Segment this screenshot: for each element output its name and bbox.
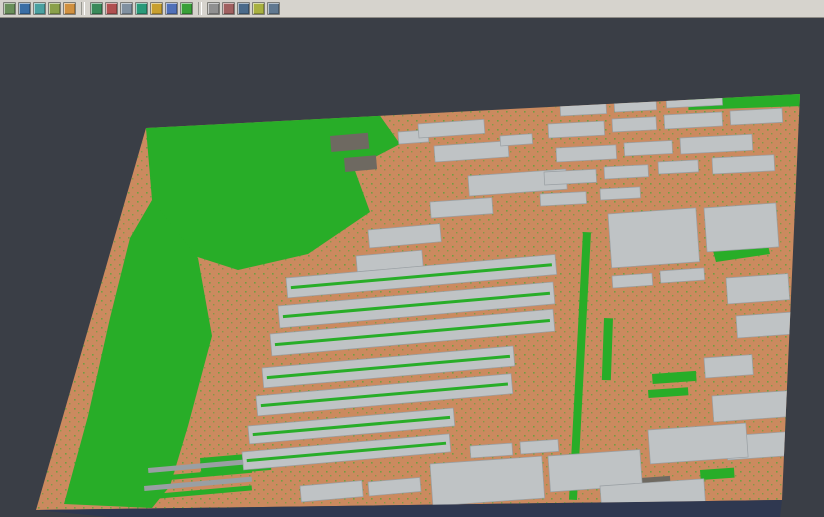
building-roof bbox=[470, 443, 513, 458]
building-roof bbox=[704, 203, 779, 252]
toolbar-icon-12[interactable] bbox=[180, 2, 193, 15]
shed-roof bbox=[330, 133, 369, 152]
building-roof bbox=[704, 355, 753, 378]
building-roof bbox=[500, 134, 533, 146]
toolbar-separator bbox=[81, 2, 85, 15]
building-roof bbox=[648, 423, 748, 464]
toolbar-group-1 bbox=[3, 2, 76, 15]
building-roof bbox=[664, 112, 723, 129]
building-roof bbox=[560, 102, 607, 116]
application-window bbox=[0, 0, 824, 517]
building-roof bbox=[430, 456, 545, 506]
building-roof bbox=[712, 155, 775, 174]
building-roof bbox=[520, 439, 559, 454]
building-roof bbox=[730, 108, 783, 125]
toolbar-icon-10[interactable] bbox=[150, 2, 163, 15]
toolbar-icon-5[interactable] bbox=[63, 2, 76, 15]
toolbar-icon-17[interactable] bbox=[267, 2, 280, 15]
building-roof bbox=[612, 117, 657, 132]
building-roof bbox=[712, 390, 796, 422]
toolbar-icon-2[interactable] bbox=[18, 2, 31, 15]
3d-viewport[interactable] bbox=[0, 18, 824, 517]
building-roof bbox=[624, 140, 673, 155]
toolbar-group-2 bbox=[90, 2, 193, 15]
building-roof bbox=[658, 160, 699, 174]
toolbar-icon-14[interactable] bbox=[222, 2, 235, 15]
building-roof bbox=[608, 208, 700, 268]
building-roof bbox=[666, 93, 723, 108]
toolbar-icon-7[interactable] bbox=[105, 2, 118, 15]
building-roof bbox=[612, 273, 653, 288]
building-roof bbox=[556, 145, 617, 162]
toolbar-icon-9[interactable] bbox=[135, 2, 148, 15]
toolbar-group-3 bbox=[207, 2, 280, 15]
toolbar-icon-16[interactable] bbox=[252, 2, 265, 15]
building-roof bbox=[544, 169, 597, 185]
toolbar-icon-3[interactable] bbox=[33, 2, 46, 15]
toolbar-icon-1[interactable] bbox=[3, 2, 16, 15]
toolbar-icon-13[interactable] bbox=[207, 2, 220, 15]
building-roof bbox=[726, 274, 790, 304]
toolbar bbox=[0, 0, 824, 18]
point-cloud-scene bbox=[0, 18, 824, 517]
toolbar-icon-4[interactable] bbox=[48, 2, 61, 15]
building-roof bbox=[660, 268, 705, 283]
scene-shapes bbox=[0, 18, 824, 517]
building-roof bbox=[680, 134, 753, 154]
building-roof bbox=[540, 192, 587, 206]
toolbar-separator bbox=[198, 2, 202, 15]
toolbar-icon-15[interactable] bbox=[237, 2, 250, 15]
toolbar-icon-8[interactable] bbox=[120, 2, 133, 15]
building-roof bbox=[614, 98, 657, 112]
building-roof bbox=[604, 165, 649, 179]
building-roof bbox=[548, 121, 605, 138]
building-roof bbox=[736, 312, 795, 338]
shed-roof bbox=[344, 155, 377, 172]
toolbar-icon-11[interactable] bbox=[165, 2, 178, 15]
building-roof bbox=[600, 187, 641, 200]
toolbar-icon-6[interactable] bbox=[90, 2, 103, 15]
